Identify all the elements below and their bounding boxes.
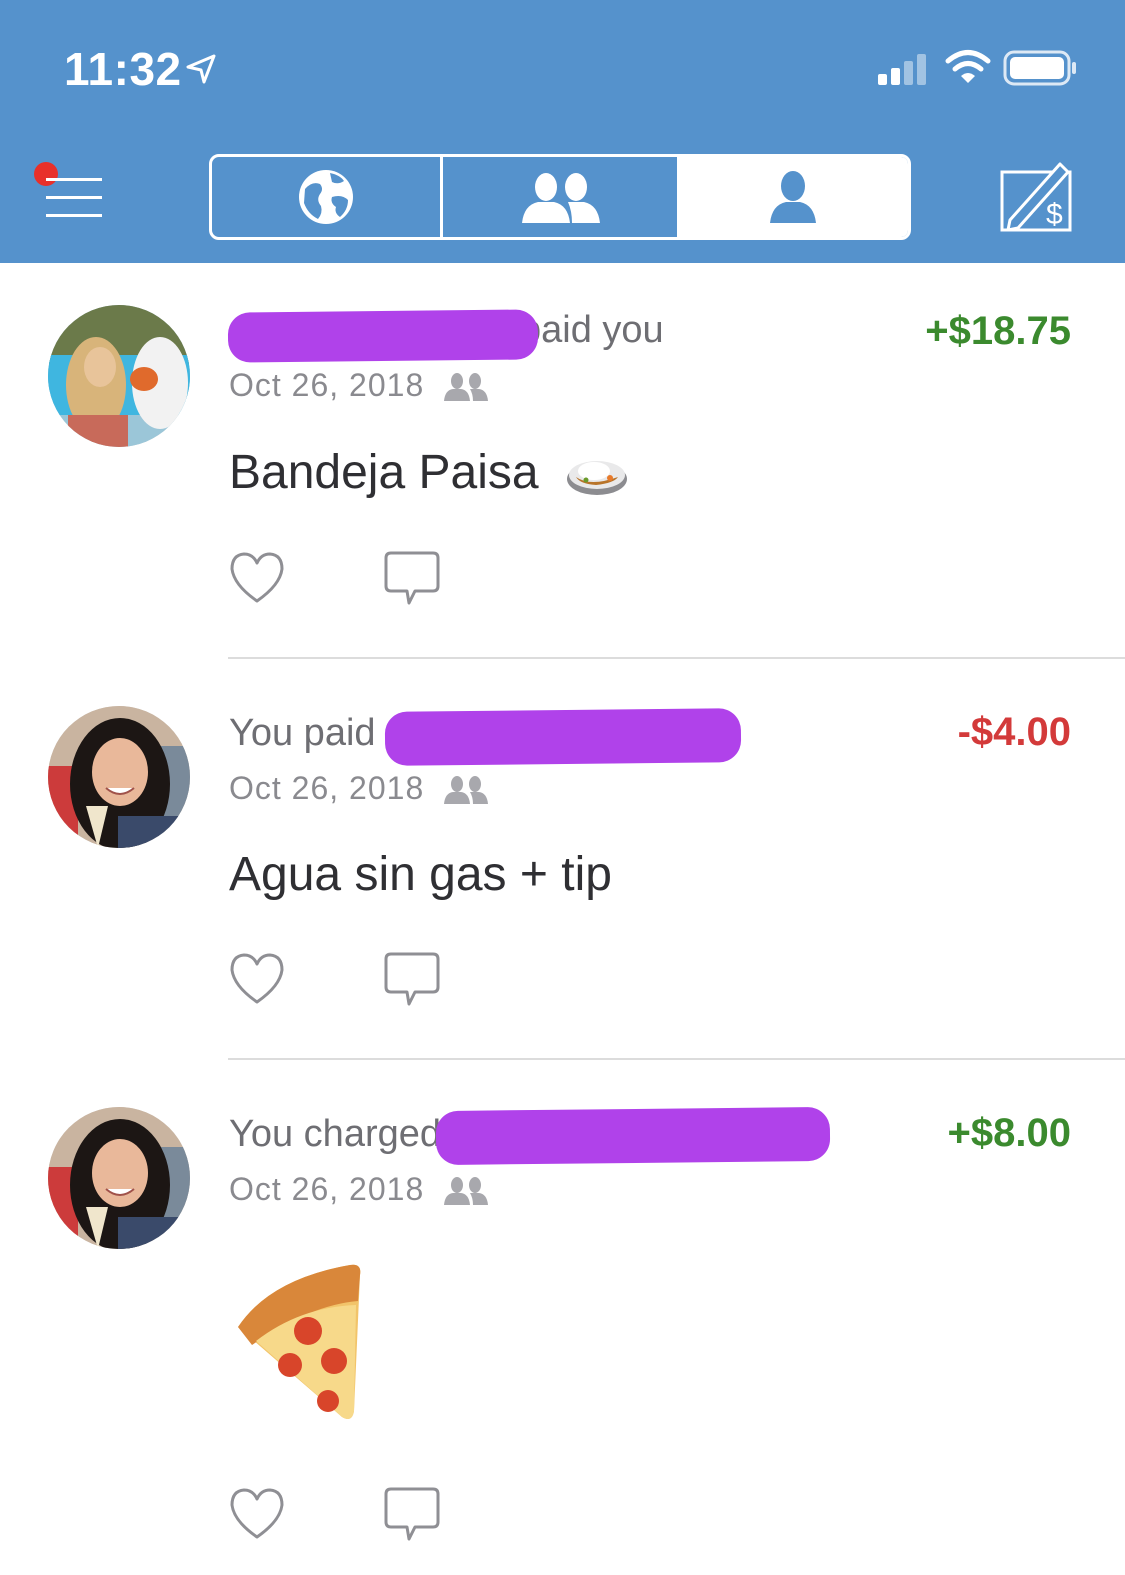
transaction-date: Oct 26, 2018	[229, 1171, 425, 1207]
battery-icon	[1003, 50, 1076, 86]
wifi-icon	[945, 50, 991, 83]
friends-icon	[444, 1177, 488, 1205]
friends-icon	[522, 173, 600, 223]
transaction-note: Bandeja Paisa	[229, 445, 628, 500]
redaction-mark	[227, 309, 539, 363]
transaction-title: You charged	[229, 1113, 442, 1155]
svg-text:$: $	[1046, 198, 1063, 231]
feed-filter-segmented-control	[209, 154, 911, 240]
like-heart-icon[interactable]	[228, 549, 286, 607]
transaction-note: Agua sin gas + tip	[229, 848, 612, 901]
like-heart-icon[interactable]	[228, 950, 286, 1008]
cellular-signal-icon	[878, 54, 926, 85]
transaction-amount: -$4.00	[957, 710, 1071, 754]
pay-or-request-icon: $	[1000, 162, 1072, 232]
transaction-date: Oct 26, 2018	[229, 367, 425, 403]
redaction-mark	[435, 1106, 831, 1166]
notification-dot	[34, 162, 58, 186]
avatar[interactable]	[48, 305, 190, 447]
transaction-title: You paid	[229, 712, 376, 754]
friends-icon	[444, 776, 488, 804]
divider	[228, 1058, 1125, 1060]
avatar[interactable]	[48, 706, 190, 848]
person-icon	[769, 171, 816, 223]
tab-friends[interactable]	[443, 157, 677, 237]
note-text: Bandeja Paisa	[229, 446, 539, 499]
top-navigation-bar: 11:32 $	[0, 0, 1125, 263]
globe-icon	[299, 170, 353, 224]
transaction-date: Oct 26, 2018	[229, 770, 425, 806]
hamburger-menu-icon	[46, 178, 102, 181]
location-arrow-icon	[186, 54, 216, 84]
transaction-amount: +$8.00	[947, 1111, 1071, 1155]
tab-mine[interactable]	[677, 157, 908, 237]
menu-button[interactable]	[34, 162, 106, 222]
like-heart-icon[interactable]	[228, 1485, 286, 1543]
comment-bubble-icon[interactable]	[383, 1485, 441, 1543]
avatar[interactable]	[48, 1107, 190, 1249]
transaction-amount: +$18.75	[925, 309, 1071, 353]
comment-bubble-icon[interactable]	[383, 549, 441, 607]
redaction-mark	[384, 708, 742, 766]
pizza-icon	[238, 1264, 361, 1419]
comment-bubble-icon[interactable]	[383, 950, 441, 1008]
divider	[228, 657, 1125, 659]
friends-icon	[444, 373, 488, 401]
tab-public[interactable]	[212, 157, 443, 237]
status-time: 11:32	[64, 43, 182, 95]
curry-rice-icon	[566, 461, 627, 496]
pay-or-request-button[interactable]: $	[998, 158, 1076, 236]
transaction-title: paid you	[520, 309, 664, 351]
